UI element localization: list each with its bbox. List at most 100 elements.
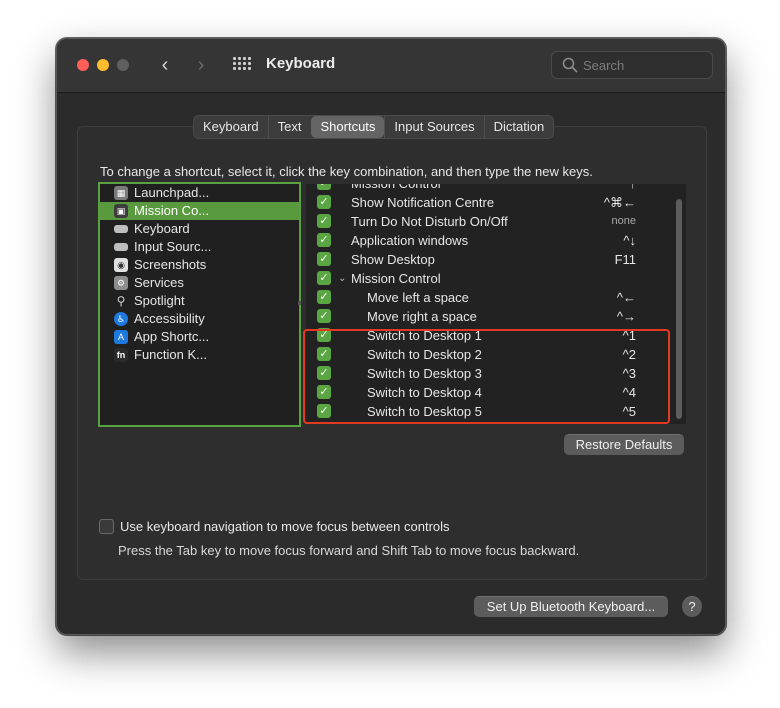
shortcut-row[interactable]: ✓ Switch to Desktop 2 ^2 <box>306 345 686 364</box>
shortcut-row[interactable]: ✓ Switch to Desktop 3 ^3 <box>306 364 686 383</box>
setup-bluetooth-keyboard-button[interactable]: Set Up Bluetooth Keyboard... <box>474 596 668 617</box>
category-list: ▦ Launchpad... ▣ Mission Co... Keyboard … <box>98 182 301 427</box>
category-function-keys[interactable]: fn Function K... <box>100 346 299 364</box>
tab-dictation[interactable]: Dictation <box>483 116 554 138</box>
category-mission-control[interactable]: ▣ Mission Co... <box>100 202 299 220</box>
checkbox-checked[interactable]: ✓ <box>317 233 331 247</box>
category-app-shortcuts[interactable]: A App Shortc... <box>100 328 299 346</box>
split-divider-handle[interactable] <box>298 301 301 305</box>
shortcut-label: Move right a space <box>367 309 477 324</box>
shortcut-row[interactable]: ✓ Show Notification Centre ^⌘← <box>306 193 686 212</box>
shortcut-label: Switch to Desktop 2 <box>367 347 482 362</box>
checkbox-checked[interactable]: ✓ <box>317 366 331 380</box>
shortcut-row[interactable]: ✓ Application windows ^↓ <box>306 231 686 250</box>
shortcut-row[interactable]: ✓ Move left a space ^← <box>306 288 686 307</box>
checkbox-checked[interactable]: ✓ <box>317 347 331 361</box>
shortcut-group-row[interactable]: ✓ ⌄ Mission Control <box>306 269 686 288</box>
disclosure-chevron-icon[interactable]: ⌄ <box>338 269 346 288</box>
shortcut-row[interactable]: ✓ Mission Control ^↑ <box>306 184 686 193</box>
search-icon <box>562 57 578 73</box>
shortcut-row[interactable]: ✓ Switch to Desktop 4 ^4 <box>306 383 686 402</box>
keyboard-navigation-hint: Press the Tab key to move focus forward … <box>118 543 580 558</box>
tab-keyboard[interactable]: Keyboard <box>194 116 268 138</box>
shortcut-row[interactable]: ✓ Turn Do Not Disturb On/Off none <box>306 212 686 231</box>
forward-button[interactable]: › <box>191 54 211 76</box>
magnifier-icon: ⚲ <box>116 294 126 308</box>
shortcut-label: Switch to Desktop 3 <box>367 366 482 381</box>
tab-text[interactable]: Text <box>267 116 311 138</box>
checkbox-checked[interactable]: ✓ <box>317 195 331 209</box>
checkbox-checked[interactable]: ✓ <box>317 309 331 323</box>
search-placeholder: Search <box>583 58 625 73</box>
restore-defaults-button[interactable]: Restore Defaults <box>564 434 684 455</box>
shortcut-key[interactable]: ^↓ <box>623 231 636 250</box>
fn-icon: fn <box>114 348 128 362</box>
search-field[interactable]: Search <box>551 51 713 79</box>
shortcut-label: Application windows <box>351 233 469 248</box>
shortcut-label: Move left a space <box>367 290 469 305</box>
shortcut-key[interactable]: ^4 <box>623 383 636 402</box>
shortcut-row[interactable]: ✓ Move right a space ^→ <box>306 307 686 326</box>
shortcut-key[interactable]: ^↑ <box>623 184 636 193</box>
keyboard-navigation-label[interactable]: Use keyboard navigation to move focus be… <box>120 519 450 534</box>
checkbox-checked[interactable]: ✓ <box>317 404 331 418</box>
shortcut-label: Show Notification Centre <box>351 195 495 210</box>
window-title: Keyboard <box>266 55 336 72</box>
category-spotlight[interactable]: ⚲ Spotlight <box>100 292 299 310</box>
zoom-window-button[interactable] <box>117 59 129 71</box>
shortcut-row[interactable]: ✓ Show Desktop F11 <box>306 250 686 269</box>
shortcut-label: Switch to Desktop 5 <box>367 404 482 419</box>
back-button[interactable]: ‹ <box>155 54 175 76</box>
checkbox-checked[interactable]: ✓ <box>317 184 331 190</box>
shortcut-key[interactable]: ^2 <box>623 345 636 364</box>
title-bar: ‹ › Keyboard Search <box>57 39 725 93</box>
category-input-sources[interactable]: Input Sourc... <box>100 238 299 256</box>
category-label: Mission Co... <box>134 203 210 218</box>
keyboard-preferences-window: ‹ › Keyboard Search Keyboard Text Shortc… <box>56 38 726 635</box>
category-accessibility[interactable]: ♿ Accessibility <box>100 310 299 328</box>
checkbox-checked[interactable]: ✓ <box>317 328 331 342</box>
shortcut-key[interactable]: ^1 <box>623 326 636 345</box>
category-label: Launchpad... <box>134 185 210 200</box>
shortcut-key[interactable]: ^→ <box>617 307 636 326</box>
shortcut-key[interactable]: ^⌘← <box>604 193 636 212</box>
shortcut-label: Switch to Desktop 4 <box>367 385 482 400</box>
launchpad-icon: ▦ <box>114 186 128 200</box>
shortcut-list-scrollbar[interactable] <box>676 199 682 419</box>
category-screenshots[interactable]: ◉ Screenshots <box>100 256 299 274</box>
app-store-icon: A <box>114 330 128 344</box>
close-window-button[interactable] <box>77 59 89 71</box>
shortcut-row[interactable]: ✓ Switch to Desktop 1 ^1 <box>306 326 686 345</box>
checkbox-checked[interactable]: ✓ <box>317 385 331 399</box>
shortcut-key[interactable]: ^3 <box>623 364 636 383</box>
shortcut-label: Mission Control <box>351 184 441 193</box>
shortcut-label: Turn Do Not Disturb On/Off <box>351 214 508 229</box>
keyboard-navigation-checkbox[interactable] <box>99 519 114 534</box>
shortcut-key[interactable]: ^← <box>617 288 636 307</box>
shortcut-list: ✓ Mission Control ^↑ ✓ Show Notification… <box>306 184 686 424</box>
shortcut-key[interactable]: F11 <box>615 250 636 269</box>
tab-shortcuts[interactable]: Shortcuts <box>310 116 385 138</box>
instruction-text: To change a shortcut, select it, click t… <box>100 164 593 179</box>
category-label: Spotlight <box>134 293 185 308</box>
help-button[interactable]: ? <box>682 596 702 617</box>
tab-input-sources[interactable]: Input Sources <box>384 116 483 138</box>
category-launchpad[interactable]: ▦ Launchpad... <box>100 184 299 202</box>
category-label: Input Sourc... <box>134 239 212 254</box>
minimize-window-button[interactable] <box>97 59 109 71</box>
shortcut-label: Switch to Desktop 1 <box>367 328 482 343</box>
category-services[interactable]: ⚙ Services <box>100 274 299 292</box>
shortcut-key[interactable]: none <box>612 212 636 231</box>
category-keyboard[interactable]: Keyboard <box>100 220 299 238</box>
show-all-grid-icon[interactable] <box>233 57 251 71</box>
checkbox-checked[interactable]: ✓ <box>317 252 331 266</box>
shortcut-key[interactable]: ^5 <box>623 402 636 421</box>
accessibility-icon: ♿ <box>114 312 128 326</box>
gear-icon: ⚙ <box>114 276 128 290</box>
checkbox-checked[interactable]: ✓ <box>317 290 331 304</box>
shortcut-row[interactable]: ✓ Switch to Desktop 5 ^5 <box>306 402 686 421</box>
shortcut-label: Mission Control <box>351 271 441 286</box>
checkbox-checked[interactable]: ✓ <box>317 214 331 228</box>
screenshot-icon: ◉ <box>114 258 128 272</box>
checkbox-checked[interactable]: ✓ <box>317 271 331 285</box>
